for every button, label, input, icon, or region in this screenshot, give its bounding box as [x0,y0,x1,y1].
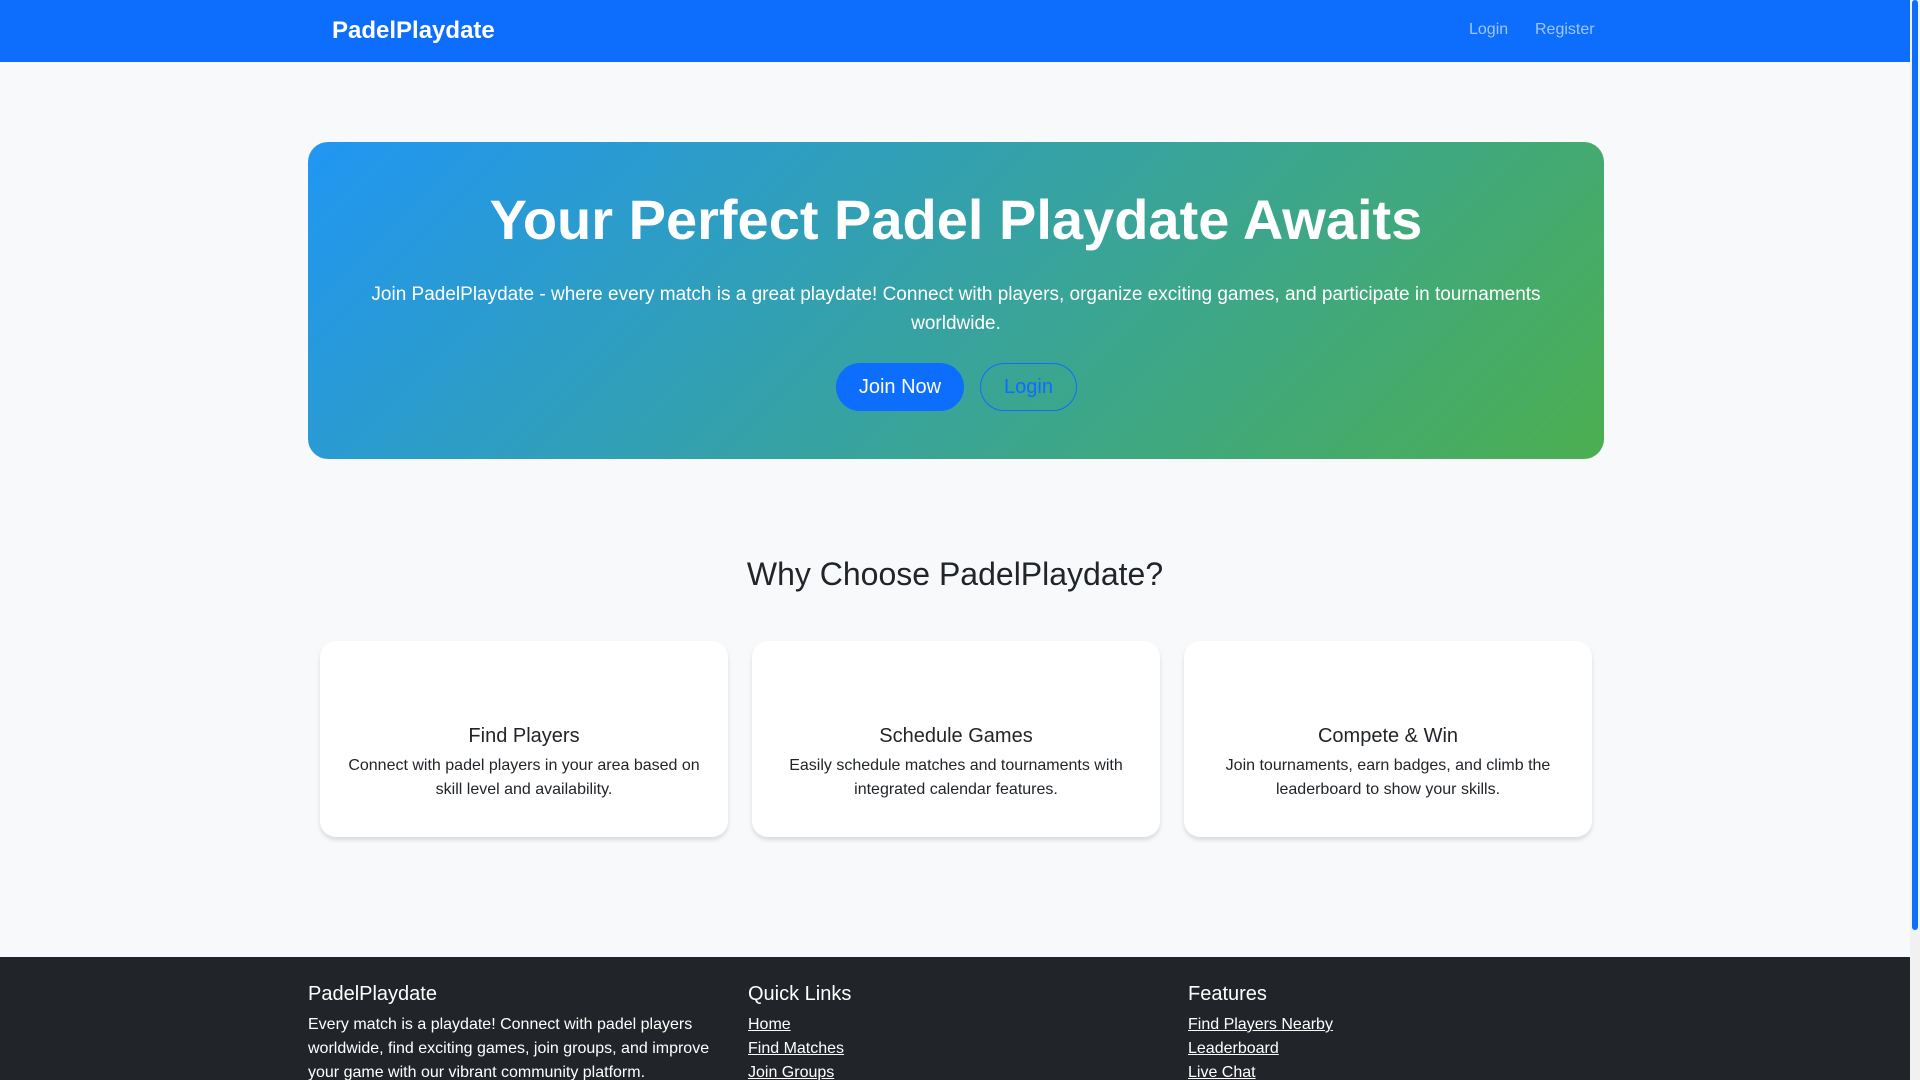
feature-card-text: Easily schedule matches and tournaments … [789,757,1123,798]
feature-card-title: Schedule Games [879,725,1033,747]
feature-card-compete-win: Compete & Win Join tournaments, earn bad… [1184,641,1592,837]
quick-links-list: Home Find Matches Join Groups [748,1013,1168,1080]
feature-card-find-players: Find Players Connect with padel players … [320,641,728,837]
list-item: Join Groups [748,1061,1168,1080]
nav-login-link[interactable]: Login [1469,19,1508,41]
feature-card-text: Connect with padel players in your area … [348,757,700,798]
list-item: Home [748,1013,1168,1037]
list-item: Leaderboard [1188,1037,1608,1061]
footer-about-text: Every match is a playdate! Connect with … [308,1016,710,1080]
footer-link-home[interactable]: Home [748,1016,791,1033]
nav-register-link[interactable]: Register [1535,19,1595,41]
scrollbar-thumb[interactable] [1912,0,1918,930]
hero-banner: Your Perfect Padel Playdate Awaits Join … [308,142,1604,459]
features-heading: Why Choose PadelPlaydate? [746,556,1164,592]
footer-link-leaderboard[interactable]: Leaderboard [1188,1040,1279,1057]
features-links-list: Find Players Nearby Leaderboard Live Cha… [1188,1013,1608,1080]
footer-link-find-matches[interactable]: Find Matches [748,1040,844,1057]
feature-card-text: Join tournaments, earn badges, and climb… [1225,757,1551,798]
footer-quick-links-column: Quick Links Home Find Matches Join Group… [748,981,1168,1080]
footer-link-join-groups[interactable]: Join Groups [748,1064,834,1080]
site-footer: PadelPlaydate Every match is a playdate!… [0,957,1910,1080]
footer-features-column: Features Find Players Nearby Leaderboard… [1188,981,1608,1080]
list-item: Find Players Nearby [1188,1013,1608,1037]
footer-features-title: Features [1188,983,1267,1005]
feature-card-title: Compete & Win [1317,725,1459,747]
feature-card-schedule-games: Schedule Games Easily schedule matches a… [752,641,1160,837]
footer-about-title: PadelPlaydate [308,983,437,1005]
page-scrollbar[interactable] [1910,0,1920,1080]
footer-quick-links-title: Quick Links [748,983,852,1005]
footer-about-column: PadelPlaydate Every match is a playdate!… [308,981,728,1080]
hero-title: Your Perfect Padel Playdate Awaits [489,188,1423,251]
hero-subtitle: Join PadelPlaydate - where every match i… [371,284,1541,334]
hero-login-button[interactable]: Login [980,363,1077,411]
feature-card-title: Find Players [468,725,580,747]
brand-logo-link[interactable]: PadelPlaydate [332,15,495,47]
footer-link-live-chat[interactable]: Live Chat [1188,1064,1256,1080]
list-item: Find Matches [748,1037,1168,1061]
footer-link-find-players-nearby[interactable]: Find Players Nearby [1188,1016,1333,1033]
join-now-button[interactable]: Join Now [836,363,964,411]
top-navbar: PadelPlaydate Login Register [0,0,1910,62]
list-item: Live Chat [1188,1061,1608,1080]
